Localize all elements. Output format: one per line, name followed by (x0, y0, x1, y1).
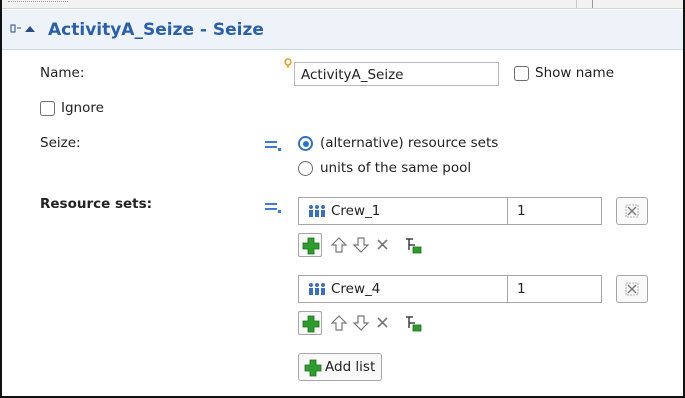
seize-option-same-pool-radio[interactable] (298, 161, 313, 176)
resource-name[interactable]: Crew_1 (331, 203, 380, 219)
tab-strip (2, 0, 683, 9)
resource-name[interactable]: Crew_4 (331, 281, 380, 297)
arrow-up-icon (330, 315, 348, 331)
resource-set-row[interactable]: Crew_4 1 (298, 275, 602, 303)
static-value-toggle-icon[interactable] (265, 139, 281, 153)
select-resource-icon (406, 238, 422, 254)
select-on-canvas-button[interactable] (401, 311, 425, 335)
static-value-toggle-icon[interactable] (265, 201, 281, 215)
plus-icon (304, 359, 322, 377)
tab-separator (576, 0, 577, 8)
resource-quantity[interactable]: 1 (517, 281, 526, 297)
list-toolbar (298, 311, 438, 335)
move-down-button[interactable] (349, 311, 373, 335)
resource-pool-icon (307, 204, 327, 218)
resource-sets-label: Resource sets: (40, 196, 153, 212)
seize-option-resource-sets-radio[interactable] (298, 136, 313, 151)
add-item-button[interactable] (298, 311, 322, 335)
name-label: Name: (40, 65, 85, 81)
remove-item-button[interactable] (371, 233, 395, 257)
tab-strip-edge (8, 1, 68, 5)
seize-option-same-pool-label[interactable]: units of the same pool (320, 160, 471, 176)
section-header[interactable]: ActivityA_Seize - Seize (2, 10, 683, 50)
arrow-up-icon (330, 237, 348, 253)
tab-separator (592, 0, 593, 8)
move-up-button[interactable] (327, 311, 351, 335)
remove-icon (377, 239, 388, 250)
resource-set-row[interactable]: Crew_1 1 (298, 197, 602, 225)
collapse-panel-icon[interactable] (10, 23, 40, 38)
resource-quantity[interactable]: 1 (517, 203, 526, 219)
add-item-button[interactable] (298, 233, 322, 257)
add-list-label: Add list (325, 359, 376, 375)
remove-icon (377, 317, 388, 328)
ignore-label: Ignore (61, 100, 104, 116)
clear-icon (625, 204, 639, 218)
ignore-checkbox[interactable] (40, 101, 55, 116)
name-input[interactable]: ActivityA_Seize (294, 62, 499, 86)
arrow-down-icon (352, 237, 370, 253)
hint-bulb-icon (284, 58, 292, 72)
seize-label: Seize: (40, 135, 81, 151)
list-toolbar (298, 233, 438, 257)
show-name-label: Show name (535, 65, 615, 81)
clear-resource-button[interactable] (616, 197, 648, 225)
arrow-down-icon (352, 315, 370, 331)
clear-resource-button[interactable] (616, 275, 648, 303)
section-title: ActivityA_Seize - Seize (48, 20, 264, 40)
move-down-button[interactable] (349, 233, 373, 257)
cell-divider (507, 198, 508, 224)
move-up-button[interactable] (327, 233, 351, 257)
remove-item-button[interactable] (371, 311, 395, 335)
select-resource-icon (406, 316, 422, 332)
seize-option-resource-sets-label[interactable]: (alternative) resource sets (320, 135, 498, 151)
clear-icon (625, 282, 639, 296)
plus-icon (302, 237, 320, 255)
plus-icon (302, 315, 320, 333)
select-on-canvas-button[interactable] (401, 233, 425, 257)
add-list-button[interactable]: Add list (298, 353, 383, 381)
cell-divider (507, 276, 508, 302)
resource-pool-icon (307, 282, 327, 296)
show-name-checkbox[interactable] (514, 66, 529, 81)
